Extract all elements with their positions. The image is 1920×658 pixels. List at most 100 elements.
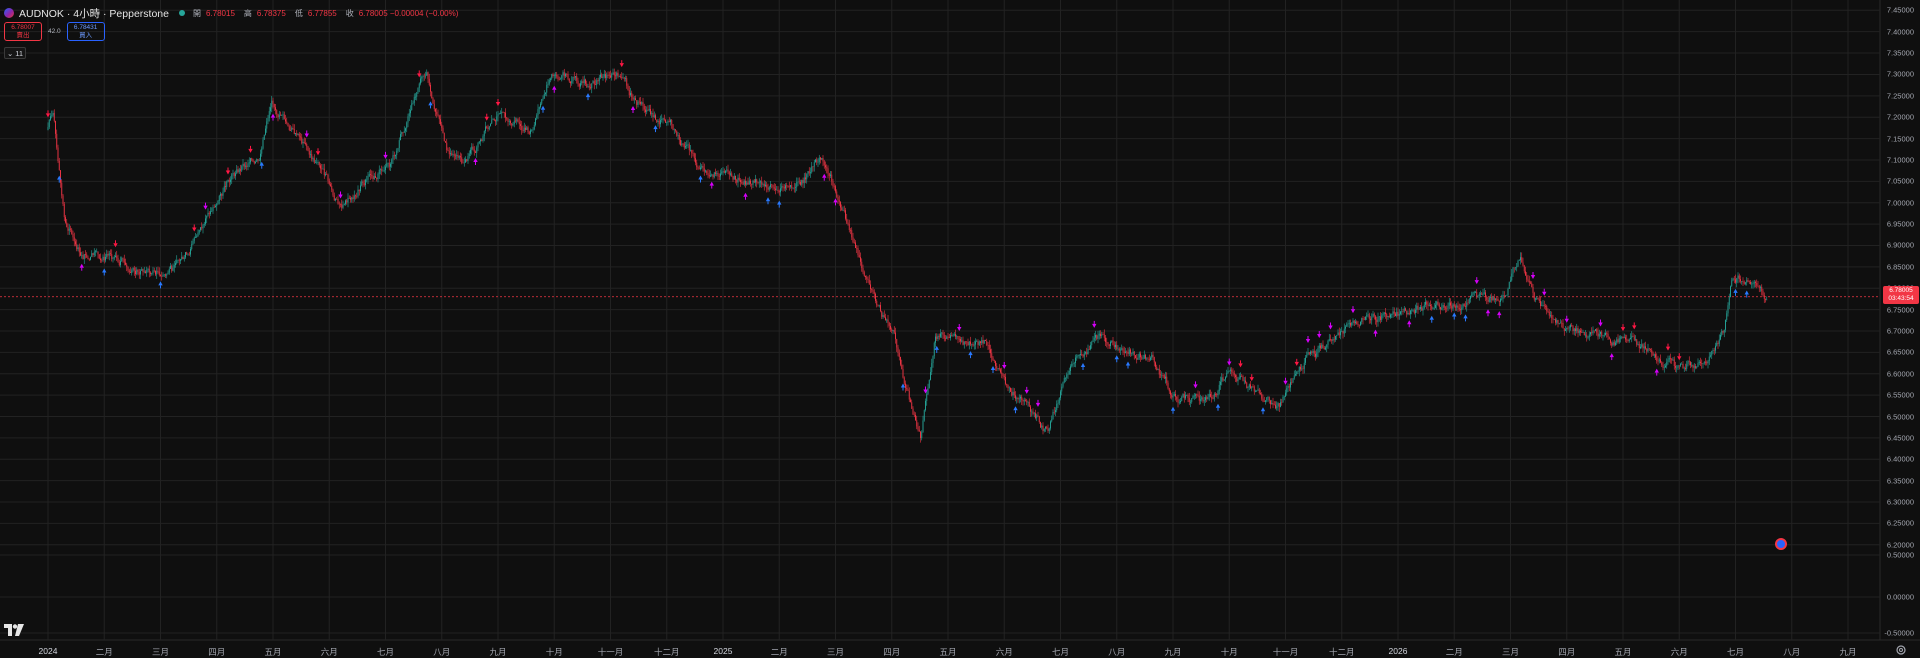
candle-body (952, 335, 954, 337)
candle-body (1400, 311, 1401, 314)
candle-body (298, 133, 300, 137)
candle-body (1388, 316, 1390, 318)
candle-body (1070, 366, 1071, 371)
candle-body (1665, 365, 1666, 368)
candle-body (962, 340, 964, 345)
candle-body (1508, 281, 1510, 289)
candle-body (150, 272, 151, 274)
candle-body (258, 160, 260, 162)
candle-body (1602, 335, 1604, 337)
candle-body (295, 133, 296, 135)
candle-body (1095, 334, 1096, 338)
candle-body (526, 127, 528, 130)
candle-body (1615, 342, 1616, 345)
event-flag-icon[interactable] (1775, 538, 1787, 550)
candle-body (460, 156, 461, 158)
candle-body (1661, 362, 1663, 366)
candle-body (1351, 322, 1353, 326)
buy-button[interactable]: 6.78431 買入 (66, 22, 105, 41)
candle-body (1766, 299, 1768, 301)
candle-body (1573, 328, 1575, 332)
candle-body (1275, 404, 1276, 409)
candle-body (1201, 397, 1203, 400)
candle-body (101, 260, 103, 261)
price-chart[interactable] (0, 0, 1920, 658)
buy-signal-arrow (765, 197, 771, 202)
candle-body (160, 275, 161, 277)
candle-body (98, 254, 100, 259)
candle-body (1371, 317, 1373, 321)
candle-body (250, 158, 251, 163)
candle-body (1660, 359, 1661, 363)
candle-body (236, 169, 238, 174)
candle-body (60, 170, 61, 183)
candle-body (1577, 328, 1579, 334)
candle-body (1456, 305, 1458, 308)
sell-button[interactable]: 6.78007 賣出 (4, 22, 42, 41)
candle-body (540, 103, 541, 108)
candle-body (580, 83, 581, 87)
candle-body (797, 181, 799, 183)
indicators-toggle-button[interactable]: ⌄ 11 (4, 47, 26, 59)
candle-body (1367, 314, 1369, 316)
candle-body (1220, 381, 1221, 385)
candle-body (306, 143, 308, 147)
symbol-title[interactable]: AUDNOK · 4小時 · Pepperstone (19, 6, 169, 21)
candle-body (691, 150, 693, 154)
candle-body (461, 157, 463, 163)
candle-body (213, 207, 215, 208)
candle-body (353, 195, 355, 199)
candle-body (730, 173, 731, 175)
candle-body (1038, 416, 1040, 423)
gear-icon[interactable] (1895, 644, 1907, 656)
candle-body (1695, 366, 1696, 368)
candle-body (328, 180, 330, 185)
candle-body (1568, 327, 1570, 329)
symbol-logo-icon[interactable] (4, 8, 14, 18)
y-tick-label: 6.85000 (1886, 262, 1914, 272)
candle-body (1747, 280, 1749, 282)
candle-body (1532, 286, 1534, 293)
candle-body (1522, 262, 1524, 266)
candle-body (1450, 302, 1451, 306)
sell-signal-arrow (1632, 325, 1637, 330)
candle-body (535, 118, 536, 125)
candle-body (762, 183, 764, 185)
candle-body (1608, 337, 1610, 340)
candle-body (1646, 348, 1648, 352)
candle-body (55, 120, 56, 134)
candle-body (1218, 384, 1220, 392)
candle-body (376, 177, 378, 180)
candle-body (486, 126, 488, 128)
candle-body (66, 222, 68, 228)
candle-body (497, 114, 499, 117)
candle-body (1147, 358, 1149, 360)
candle-body (570, 81, 571, 84)
candle-body (1500, 299, 1501, 302)
candle-body (835, 186, 836, 192)
candle-body (936, 336, 938, 339)
candle-body (335, 198, 336, 201)
candle-body (233, 173, 235, 177)
candle-body (1176, 396, 1178, 400)
candle-body (1455, 306, 1456, 308)
tradingview-logo[interactable] (4, 624, 24, 636)
candle-body (778, 190, 780, 193)
candle-body (883, 315, 885, 318)
candle-body (627, 85, 629, 91)
candle-body (1103, 334, 1105, 338)
candle-body (561, 75, 563, 79)
candle-body (1031, 411, 1033, 413)
candle-body (675, 129, 676, 131)
candle-body (291, 127, 293, 131)
x-tick-label: 三月 (1501, 647, 1520, 657)
candle-body (428, 78, 430, 85)
candle-body (1533, 292, 1535, 300)
candle-body (1006, 383, 1008, 385)
candle-body (613, 72, 615, 76)
candle-body (300, 136, 301, 138)
candle-body (1518, 260, 1520, 261)
candle-body (136, 269, 138, 275)
candle-body (1012, 391, 1014, 396)
candle-body (857, 248, 859, 256)
